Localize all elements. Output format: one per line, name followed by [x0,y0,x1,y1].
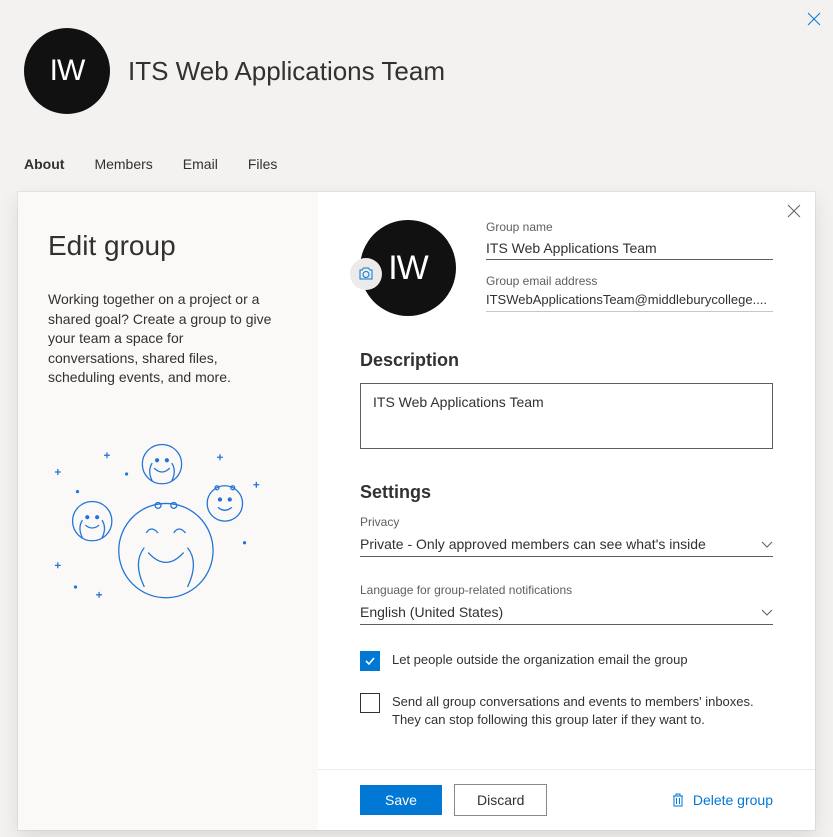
delete-group-button[interactable]: Delete group [671,792,773,808]
settings-heading: Settings [360,482,773,503]
close-icon [807,12,821,26]
modal-title: Edit group [48,230,274,262]
trash-icon [671,792,685,808]
modal-sidebar: Edit group Working together on a project… [18,192,318,830]
tab-email[interactable]: Email [183,156,218,172]
send-all-label: Send all group conversations and events … [392,693,773,729]
external-email-label: Let people outside the organization emai… [392,651,688,669]
description-heading: Description [360,350,773,371]
privacy-select[interactable]: Private - Only approved members can see … [360,532,773,557]
privacy-value: Private - Only approved members can see … [360,536,706,552]
group-email-label: Group email address [486,274,773,288]
send-all-checkbox[interactable] [360,693,380,713]
modal-body: IW Group name Group email address ITSWeb… [318,192,815,769]
name-email-fields: Group name Group email address ITSWebApp… [486,220,773,326]
privacy-label: Privacy [360,515,773,529]
modal-intro: Working together on a project or a share… [48,290,274,388]
avatar-initials: IW [388,249,428,288]
tab-about[interactable]: About [24,156,64,172]
external-email-checkbox[interactable] [360,651,380,671]
description-textarea[interactable] [360,383,773,449]
modal-content: IW Group name Group email address ITSWeb… [318,192,815,830]
group-name-label: Group name [486,220,773,234]
check-icon [363,654,377,668]
save-button[interactable]: Save [360,785,442,815]
edit-group-modal: Edit group Working together on a project… [18,192,815,830]
avatar-initials: IW [50,54,85,88]
page-close-button[interactable] [807,10,821,31]
illustration [48,443,274,613]
change-photo-button[interactable] [350,258,382,290]
chevron-down-icon [761,536,773,552]
group-email-value: ITSWebApplicationsTeam@middleburycollege… [486,291,773,312]
camera-icon [358,267,374,281]
chevron-down-icon [761,604,773,620]
avatar-editor: IW [360,220,456,316]
delete-group-label: Delete group [693,792,773,808]
group-name-input[interactable] [486,237,773,260]
language-select[interactable]: English (United States) [360,600,773,625]
language-value: English (United States) [360,604,503,620]
modal-close-button[interactable] [787,204,801,223]
tab-files[interactable]: Files [248,156,278,172]
tab-members[interactable]: Members [94,156,152,172]
discard-button[interactable]: Discard [454,784,547,816]
page-tabs: About Members Email Files [0,114,833,172]
page-title: ITS Web Applications Team [128,56,445,87]
group-avatar: IW [24,28,110,114]
people-illustration-icon [48,443,274,613]
close-icon [787,204,801,218]
modal-footer: Save Discard Delete group [318,769,815,830]
language-label: Language for group-related notifications [360,583,773,597]
